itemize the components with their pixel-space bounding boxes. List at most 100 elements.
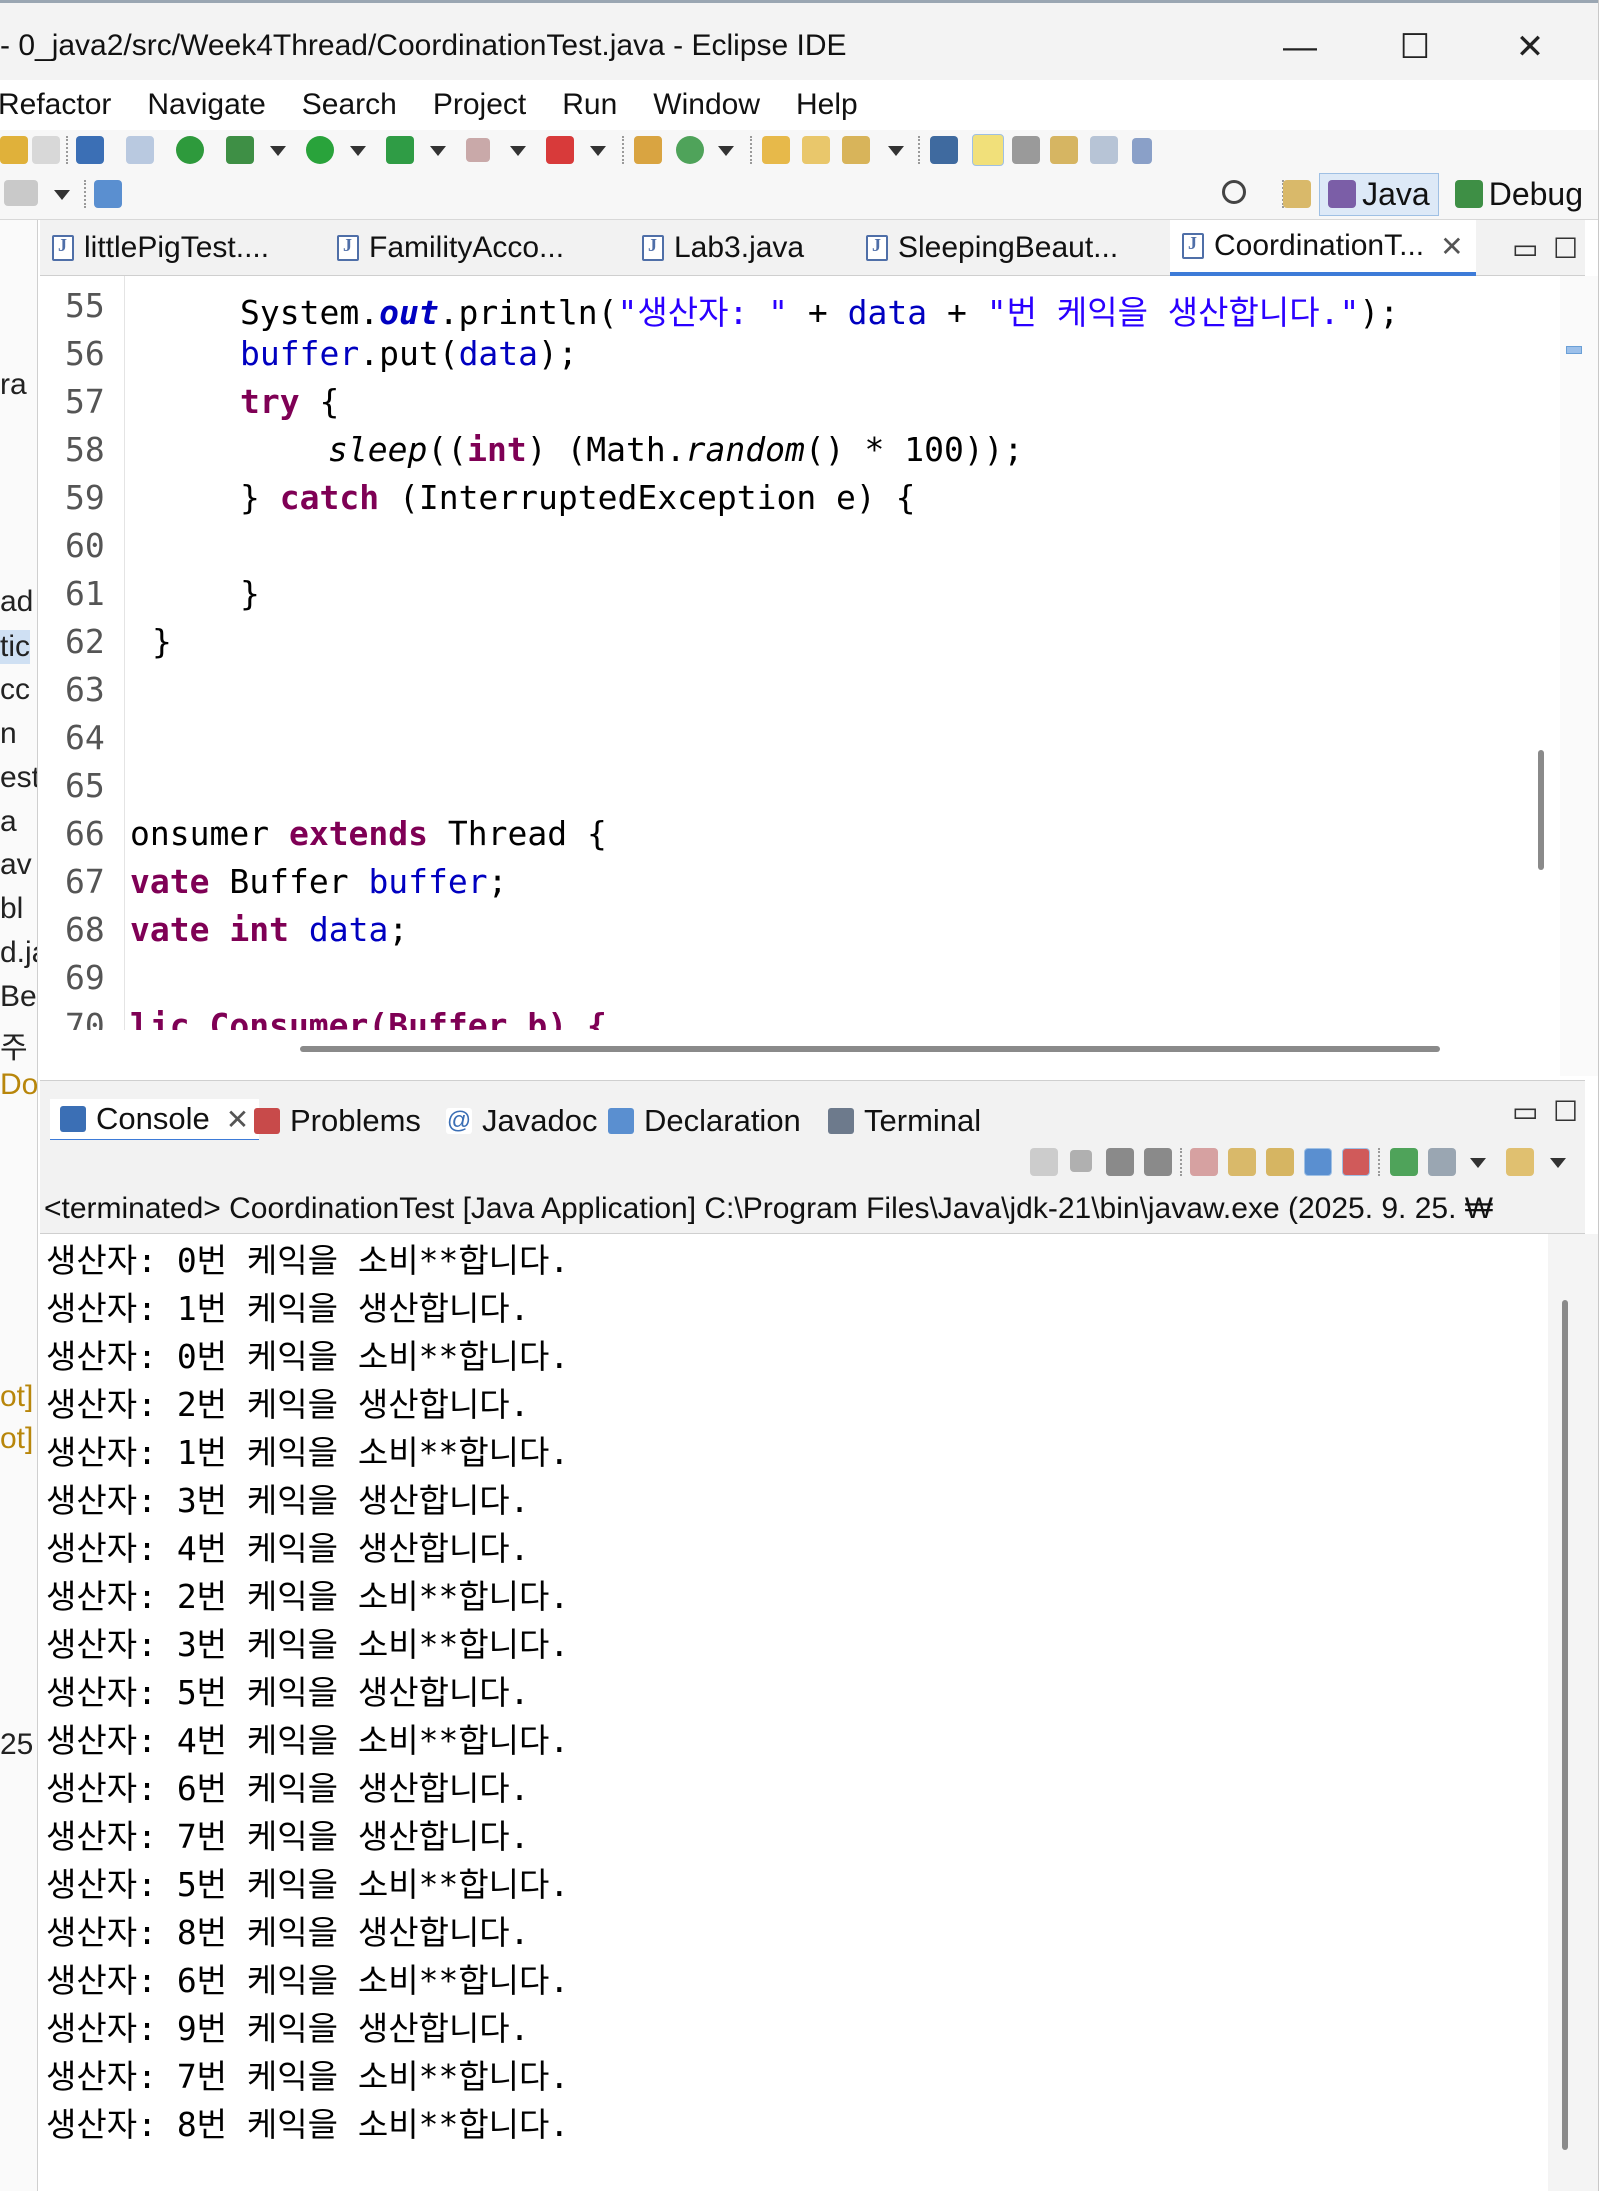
tree-item-fragment[interactable]: ot] [0, 1422, 33, 1456]
java-perspective-button[interactable]: Java [1319, 172, 1439, 216]
word-wrap-icon[interactable] [1090, 136, 1118, 164]
terminate-icon[interactable] [1070, 1150, 1092, 1172]
scroll-lock-icon[interactable] [1228, 1148, 1256, 1176]
tree-item-fragment[interactable]: est [0, 761, 37, 795]
close-window-button[interactable]: ✕ [1485, 17, 1575, 77]
power-icon[interactable] [176, 136, 204, 164]
tree-item-fragment[interactable]: d.ja [0, 936, 37, 970]
remove-launch-icon[interactable] [1106, 1148, 1134, 1176]
show-on-stdout-icon[interactable] [1304, 1148, 1332, 1176]
close-tab-icon[interactable]: ✕ [1440, 230, 1463, 263]
toolbar-separator [918, 136, 920, 164]
tab-console[interactable]: Console ✕ [50, 1099, 260, 1143]
menu-window[interactable]: Window [653, 88, 760, 122]
menu-project[interactable]: Project [433, 88, 526, 122]
external-tools-dropdown-icon[interactable] [590, 146, 606, 156]
pilcrow-icon[interactable] [1132, 138, 1152, 164]
minimize-button[interactable]: — [1255, 17, 1345, 77]
search-icon[interactable] [1222, 180, 1246, 204]
terminal-icon[interactable] [76, 136, 104, 164]
overview-ruler [1560, 276, 1598, 1076]
open-console-dropdown-icon[interactable] [1550, 1158, 1566, 1168]
stop-dropdown-icon[interactable] [510, 146, 526, 156]
run-dropdown-icon[interactable] [350, 146, 366, 156]
tab-declaration[interactable]: Declaration [608, 1099, 801, 1143]
tab-javadoc[interactable]: @ Javadoc [446, 1099, 597, 1143]
minimize-view-icon[interactable]: ▭ [1512, 232, 1538, 265]
tree-item-fragment[interactable]: Be [0, 980, 37, 1014]
close-tab-icon[interactable]: ✕ [226, 1103, 249, 1136]
pin-editor-icon[interactable] [94, 180, 122, 208]
menu-navigate[interactable]: Navigate [147, 88, 265, 122]
tree-item-fragment[interactable]: ra [0, 368, 27, 402]
tree-item-fragment[interactable]: n [0, 717, 17, 751]
tab-lab3[interactable]: Lab3.java [642, 220, 804, 276]
debug-perspective-button[interactable]: Debug [1447, 174, 1591, 215]
open-task-dropdown-icon[interactable] [888, 146, 904, 156]
tab-familityaccount[interactable]: FamilityAcco... [337, 220, 564, 276]
tab-problems[interactable]: Problems [254, 1099, 421, 1143]
tree-item-fragment[interactable]: bl [0, 892, 23, 926]
toolbar-separator [84, 180, 86, 208]
tree-item-fragment[interactable]: ot] [0, 1380, 33, 1414]
tree-item-fragment[interactable]: av [0, 848, 32, 882]
tree-item-fragment[interactable]: Do [0, 1068, 37, 1102]
overview-ruler-marker[interactable] [1566, 346, 1582, 354]
minimize-view-icon[interactable]: ▭ [1512, 1095, 1538, 1128]
new-class-icon[interactable] [676, 136, 704, 164]
open-type-icon[interactable] [762, 136, 790, 164]
display-console-icon[interactable] [1428, 1148, 1456, 1176]
maximize-view-icon[interactable]: ☐ [1553, 1095, 1578, 1128]
editor-horizontal-scrollbar[interactable] [300, 1046, 1440, 1052]
clear-console-icon[interactable] [1190, 1148, 1218, 1176]
console-line: 생산자: 4번 케익을 소비**합니다. [46, 1721, 570, 1760]
search-tool-icon[interactable] [126, 136, 154, 164]
forward-icon[interactable] [4, 180, 38, 206]
tab-coordinationtest[interactable]: CoordinationT... ✕ [1170, 220, 1476, 276]
tab-terminal[interactable]: Terminal [828, 1099, 981, 1143]
maximize-button[interactable]: ☐ [1370, 17, 1460, 77]
mark-occurrences-icon[interactable] [972, 134, 1004, 166]
reconnect-icon[interactable] [1030, 1148, 1058, 1176]
debug-dropdown-icon[interactable] [270, 146, 286, 156]
tree-item-fragment[interactable]: ad [0, 585, 33, 619]
tree-item-fragment[interactable]: 주 [0, 1023, 28, 1067]
coverage-dropdown-icon[interactable] [430, 146, 446, 156]
remove-all-icon[interactable] [1144, 1148, 1172, 1176]
display-console-dropdown-icon[interactable] [1470, 1158, 1486, 1168]
block-selection-icon[interactable] [1012, 136, 1040, 164]
tree-item-fragment[interactable]: tic [0, 630, 30, 664]
menu-search[interactable]: Search [302, 88, 397, 122]
new-class-dropdown-icon[interactable] [718, 146, 734, 156]
tree-item-fragment[interactable]: a [0, 805, 17, 839]
toggle-breadcrumb-icon[interactable] [930, 136, 958, 164]
open-perspective-icon[interactable] [1283, 180, 1312, 208]
word-wrap-console-icon[interactable] [1266, 1148, 1294, 1176]
maximize-view-icon[interactable]: ☐ [1553, 232, 1578, 265]
open-console-icon[interactable] [1506, 1148, 1534, 1176]
show-whitespace-icon[interactable] [1050, 136, 1078, 164]
open-folder-icon[interactable] [802, 136, 830, 164]
tab-sleepingbeauty[interactable]: SleepingBeaut... [866, 220, 1118, 276]
menu-refactor[interactable]: Refactor [0, 88, 111, 122]
open-task-icon[interactable] [842, 136, 870, 164]
code-editor[interactable]: 55 56 57 58 59 60 61 62 63 64 65 66 67 6… [40, 276, 1560, 1030]
debug-icon[interactable] [226, 136, 254, 164]
redo-icon[interactable] [32, 136, 60, 164]
external-tools-icon[interactable] [546, 136, 574, 164]
pin-console-icon[interactable] [1390, 1148, 1418, 1176]
menu-run[interactable]: Run [562, 88, 617, 122]
run-icon[interactable] [306, 136, 334, 164]
console-vertical-scrollbar[interactable] [1562, 1300, 1568, 2150]
editor-vertical-scrollbar[interactable] [1538, 750, 1544, 870]
tree-item-fragment[interactable]: cc [0, 673, 30, 707]
tab-littlepigtest[interactable]: littlePigTest.... [52, 220, 269, 276]
forward-dropdown-icon[interactable] [54, 190, 70, 200]
show-on-stderr-icon[interactable] [1342, 1148, 1370, 1176]
coverage-icon[interactable] [386, 136, 414, 164]
stop-icon[interactable] [466, 138, 490, 162]
menu-help[interactable]: Help [796, 88, 858, 122]
undo-icon[interactable] [0, 136, 28, 164]
new-package-icon[interactable] [634, 136, 662, 164]
console-output[interactable]: 생산자: 0번 케익을 소비**합니다. 생산자: 1번 케익을 생산합니다. … [40, 1234, 1570, 2191]
